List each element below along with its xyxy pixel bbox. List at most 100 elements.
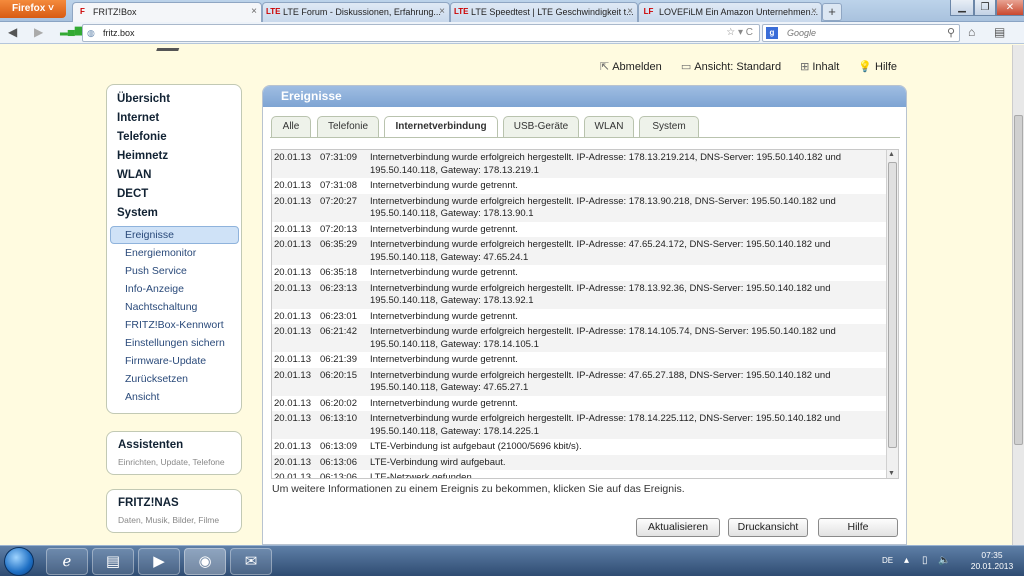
menu-item-uebersicht[interactable]: Übersicht bbox=[117, 93, 170, 105]
event-row[interactable]: 20.01.13 06:21:42 Internetverbindung wurde… bbox=[272, 324, 886, 352]
language-indicator[interactable]: DE bbox=[882, 556, 893, 565]
home-icon[interactable]: ⌂ bbox=[968, 25, 975, 39]
thunderbird-taskbar-icon[interactable]: ✉ bbox=[230, 548, 272, 575]
close-window-icon[interactable]: ✕ bbox=[996, 0, 1024, 16]
event-date: 20.01.13 bbox=[274, 239, 311, 250]
event-time: 06:23:13 bbox=[320, 282, 357, 294]
firefox-taskbar-icon[interactable]: ◉ bbox=[184, 548, 226, 575]
tab-fritzbox[interactable]: F FRITZ!Box × bbox=[72, 2, 262, 23]
search-input[interactable]: g Google ⚲ bbox=[762, 24, 960, 42]
menu-item-wlan[interactable]: WLAN bbox=[117, 169, 152, 181]
event-row[interactable]: 20.01.13 06:20:15 Internetverbindung wurde… bbox=[272, 367, 886, 396]
event-row[interactable]: 20.01.13 06:13:06 LTE-Verbindung wird aufg… bbox=[272, 454, 886, 470]
event-row[interactable]: 20.01.13 06:13:10 Internetverbindung wurde… bbox=[272, 411, 886, 439]
url-bar[interactable]: ◍ fritz.box ☆ ▾ C bbox=[82, 24, 760, 42]
submenu-item-zuruecksetzen[interactable]: Zurücksetzen bbox=[125, 373, 188, 385]
menu-item-dect[interactable]: DECT bbox=[117, 188, 148, 200]
google-icon[interactable]: g bbox=[766, 27, 778, 39]
new-tab-button[interactable]: + bbox=[822, 3, 842, 21]
event-time: 06:20:02 bbox=[320, 397, 357, 409]
event-row[interactable]: 20.01.13 06:21:39 Internetverbindung wurde… bbox=[272, 352, 886, 368]
tray-expand-icon[interactable]: ▴ bbox=[904, 555, 909, 566]
submenu-item-firmware-update[interactable]: Firmware-Update bbox=[125, 355, 206, 367]
submenu-item-kennwort[interactable]: FRITZ!Box-Kennwort bbox=[125, 319, 224, 331]
refresh-button[interactable]: Aktualisieren bbox=[636, 518, 720, 537]
tab-wlan[interactable]: WLAN bbox=[584, 116, 634, 137]
submenu-item-info-anzeige[interactable]: Info-Anzeige bbox=[125, 283, 184, 295]
tab-lte-forum[interactable]: LTE LTE Forum - Diskussionen, Erfahrung.… bbox=[262, 2, 450, 22]
menu-item-heimnetz[interactable]: Heimnetz bbox=[117, 150, 168, 162]
scroll-down-icon[interactable]: ▼ bbox=[888, 470, 895, 477]
submenu-item-energiemonitor[interactable]: Energiemonitor bbox=[125, 247, 196, 259]
menu-icon[interactable]: ▤ bbox=[994, 25, 1005, 39]
print-view-button[interactable]: Druckansicht bbox=[728, 518, 808, 537]
tab-alle[interactable]: Alle bbox=[271, 116, 311, 137]
event-row[interactable]: 20.01.13 06:23:13 Internetverbindung wurde… bbox=[272, 280, 886, 309]
submenu-item-einstellungen-sichern[interactable]: Einstellungen sichern bbox=[125, 337, 225, 349]
menu-item-system[interactable]: System bbox=[117, 207, 158, 219]
event-row[interactable]: 20.01.13 06:35:29 Internetverbindung wurde… bbox=[272, 237, 886, 265]
page-scroll-thumb[interactable] bbox=[1014, 115, 1023, 445]
fritz-nas-box[interactable]: FRITZ!NAS Daten, Musik, Bilder, Filme bbox=[106, 489, 242, 533]
event-row[interactable]: 20.01.13 06:13:06 LTE-Netzwerk gefunden. bbox=[272, 470, 886, 478]
menu-item-telefonie[interactable]: Telefonie bbox=[117, 131, 167, 143]
help-button[interactable]: Hilfe bbox=[818, 518, 898, 537]
firefox-menu-button[interactable]: Firefox ˅ bbox=[0, 0, 66, 18]
event-row[interactable]: 20.01.13 07:31:08 Internetverbindung wurde… bbox=[272, 178, 886, 194]
tab-telefonie[interactable]: Telefonie bbox=[317, 116, 379, 137]
logout-link[interactable]: ⇱ Abmelden bbox=[600, 60, 662, 73]
submenu-item-nachtschaltung[interactable]: Nachtschaltung bbox=[125, 301, 197, 313]
battery-icon[interactable]: ▯ bbox=[922, 555, 928, 566]
event-log[interactable]: 20.01.13 07:31:09 Internetverbindung wurde… bbox=[271, 149, 899, 479]
tab-divider bbox=[270, 137, 900, 138]
event-row[interactable]: 20.01.13 06:23:01 Internetverbindung wurde… bbox=[272, 309, 886, 325]
menu-item-internet[interactable]: Internet bbox=[117, 112, 159, 124]
forward-arrow-icon[interactable]: ▶ bbox=[34, 25, 43, 39]
help-link[interactable]: 💡 Hilfe bbox=[858, 60, 897, 73]
ie-taskbar-icon[interactable]: ℯ bbox=[46, 548, 88, 575]
event-row[interactable]: 20.01.13 07:20:27 Internetverbindung wurde… bbox=[272, 193, 886, 222]
event-time: 06:21:39 bbox=[320, 354, 357, 365]
tab-usb-geraete[interactable]: USB-Geräte bbox=[503, 116, 579, 137]
event-row[interactable]: 20.01.13 06:13:09 LTE-Verbindung ist aufge… bbox=[272, 439, 886, 455]
media-player-taskbar-icon[interactable]: ▶ bbox=[138, 548, 180, 575]
event-log-scrollbar[interactable]: ▲ ▼ bbox=[886, 150, 898, 478]
bookmark-star-icon[interactable]: ☆ ▾ C bbox=[726, 25, 753, 41]
event-row[interactable]: 20.01.13 07:20:13 Internetverbindung wurde… bbox=[272, 222, 886, 238]
clock-time: 07:35 bbox=[981, 550, 1003, 560]
event-time: 07:31:09 bbox=[320, 152, 357, 163]
maximize-window-icon[interactable]: ❐ bbox=[974, 0, 996, 16]
submenu-item-push-service[interactable]: Push Service bbox=[125, 265, 187, 277]
tab-system[interactable]: System bbox=[639, 116, 699, 137]
event-date: 20.01.13 bbox=[274, 152, 311, 163]
windows-taskbar: ℯ ▤ ▶ ◉ ✉ DE ▴ ▯ 🔈 07:35 20.01.2013 bbox=[0, 545, 1024, 576]
content-link[interactable]: ⊞ Inhalt bbox=[800, 60, 839, 73]
search-icon[interactable]: ⚲ bbox=[947, 25, 955, 41]
page-scrollbar[interactable] bbox=[1012, 45, 1024, 545]
tab-internetverbindung[interactable]: Internetverbindung bbox=[384, 116, 498, 138]
assistants-box[interactable]: Assistenten Einrichten, Update, Telefone bbox=[106, 431, 242, 475]
explorer-taskbar-icon[interactable]: ▤ bbox=[92, 548, 134, 575]
close-tab-icon[interactable]: × bbox=[439, 3, 445, 21]
panel-title: Ereignisse bbox=[263, 86, 906, 107]
tab-lovefilm[interactable]: LF LOVEFiLM Ein Amazon Unternehmen... × bbox=[638, 2, 822, 22]
clock[interactable]: 07:35 20.01.2013 bbox=[960, 550, 1024, 572]
event-row[interactable]: 20.01.13 06:35:18 Internetverbindung wurde… bbox=[272, 265, 886, 281]
view-link[interactable]: ▭ Ansicht: Standard bbox=[681, 60, 781, 73]
tab-lte-speedtest[interactable]: LTE LTE Speedtest | LTE Geschwindigkeit … bbox=[450, 2, 638, 22]
event-time: 06:23:01 bbox=[320, 310, 357, 322]
back-arrow-icon[interactable]: ◀ bbox=[8, 25, 17, 39]
volume-icon[interactable]: 🔈 bbox=[938, 555, 950, 566]
close-tab-icon[interactable]: × bbox=[627, 3, 633, 21]
close-tab-icon[interactable]: × bbox=[811, 3, 817, 21]
event-row[interactable]: 20.01.13 07:31:09 Internetverbindung wurde… bbox=[272, 150, 886, 178]
scroll-thumb[interactable] bbox=[888, 162, 897, 448]
event-row[interactable]: 20.01.13 06:20:02 Internetverbindung wurde… bbox=[272, 396, 886, 412]
submenu-item-ansicht[interactable]: Ansicht bbox=[125, 391, 159, 403]
scroll-up-icon[interactable]: ▲ bbox=[888, 151, 895, 158]
assistants-title: Assistenten bbox=[118, 439, 184, 451]
close-tab-icon[interactable]: × bbox=[251, 3, 257, 21]
minimize-window-icon[interactable]: ▁ bbox=[950, 0, 974, 16]
submenu-item-ereignisse[interactable]: Ereignisse bbox=[125, 229, 174, 241]
start-button-icon[interactable] bbox=[4, 547, 34, 576]
